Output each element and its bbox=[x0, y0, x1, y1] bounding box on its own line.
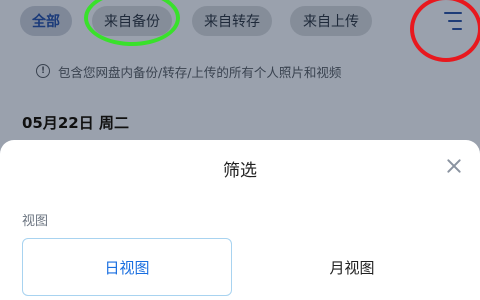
date-heading: 05月22日 周二 bbox=[22, 114, 129, 132]
info-notice: ! 包含您网盘内备份/转存/上传的所有个人照片和视频 bbox=[36, 62, 341, 80]
chip-from-upload[interactable]: 来自上传 bbox=[290, 6, 372, 36]
filter-bottom-sheet: 筛选 视图 日视图 月视图 bbox=[0, 140, 480, 300]
sheet-title: 筛选 bbox=[223, 161, 257, 181]
info-text: 包含您网盘内备份/转存/上传的所有个人照片和视频 bbox=[58, 64, 342, 80]
annotation-red-circle bbox=[410, 0, 480, 62]
month-view-option[interactable]: 月视图 bbox=[246, 238, 458, 296]
chip-all[interactable]: 全部 bbox=[20, 6, 72, 36]
view-section-label: 视图 bbox=[22, 214, 49, 229]
close-icon[interactable] bbox=[444, 156, 464, 176]
info-icon: ! bbox=[36, 64, 50, 78]
day-view-option[interactable]: 日视图 bbox=[22, 238, 232, 296]
chip-from-transfer[interactable]: 来自转存 bbox=[192, 6, 272, 36]
